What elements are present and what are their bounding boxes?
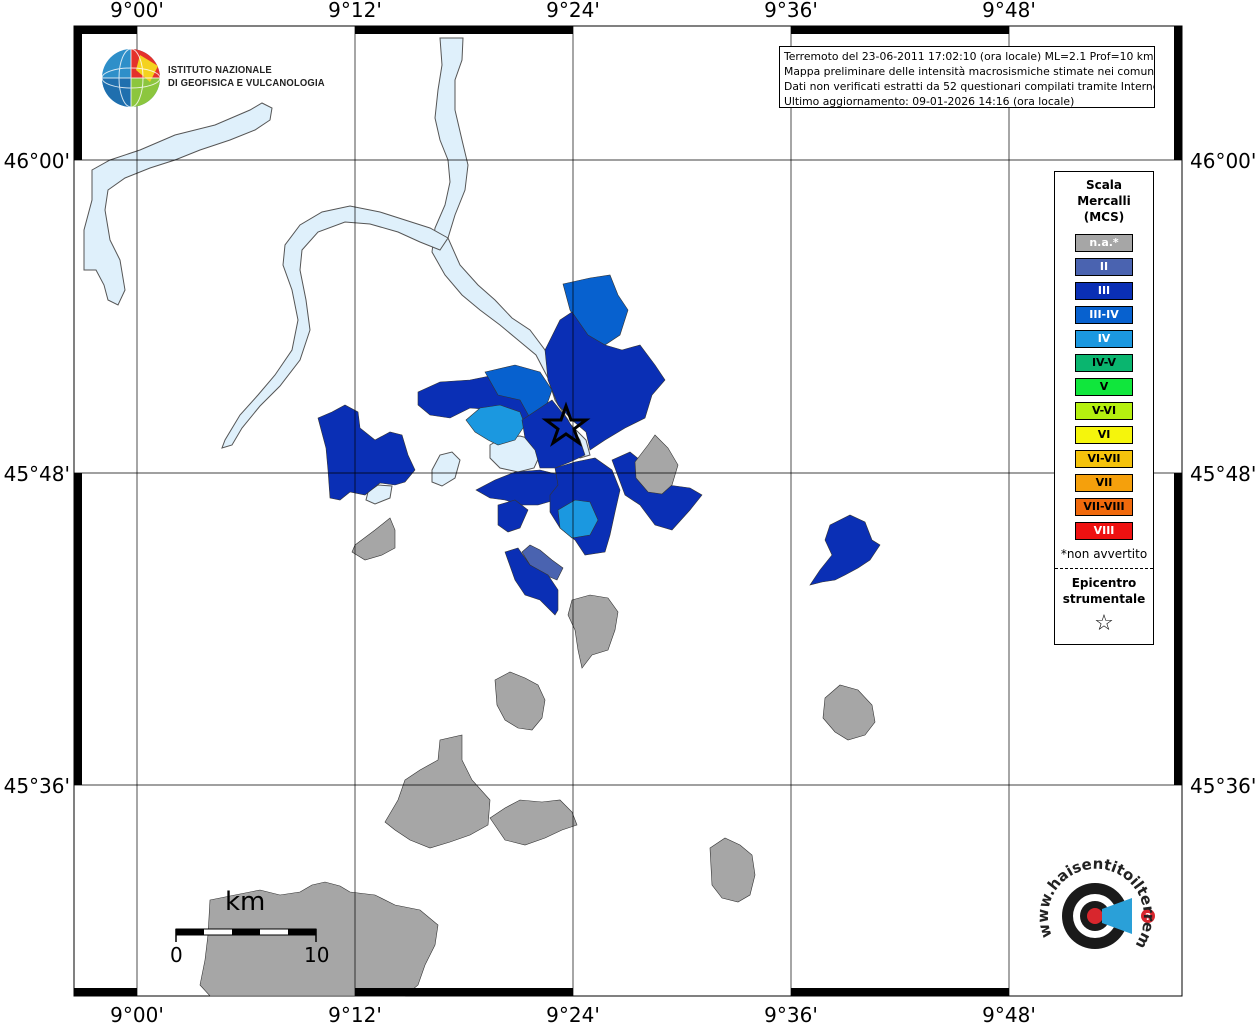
update-line: Ultimo aggiornamento: 09-01-2026 14:16 (… [784,95,1075,108]
legend-item: V-VI [1075,402,1133,420]
legend-title-line1: Scala [1085,178,1123,192]
legend-items: n.a.* II III III-IV IV IV-V V V-VI VI VI-VII VII VI… [1055,234,1153,540]
lat-right-label: 46°00' [1190,149,1256,173]
legend-item: III-IV [1075,306,1133,324]
lat-right-labels: 46°00' 45°48' 45°36' [1190,149,1256,798]
lon-bottom-label: 9°48' [982,1003,1036,1024]
legend-item: IV-V [1075,354,1133,372]
lon-bottom-label: 9°24' [546,1003,600,1024]
scale-start-label: 0 [170,943,183,967]
legend-title-line3: (MCS) [1083,210,1125,224]
lon-bottom-label: 9°36' [764,1003,818,1024]
legend-item: VI-VII [1075,450,1133,468]
event-line: Terremoto del 23-06-2011 17:02:10 (ora l… [784,50,1154,63]
legend-item: VII-VIII [1075,498,1133,516]
map-description-line: Mappa preliminare delle intensità macros… [784,65,1155,78]
lat-left-label: 45°48' [4,462,70,486]
intensity-legend: Scala Mercalli (MCS) n.a.* II III III-IV IV I… [1054,171,1154,645]
legend-item: II [1075,258,1133,276]
legend-divider [1055,568,1153,569]
event-info-box: Terremoto del 23-06-2011 17:02:10 (ora l… [779,46,1155,108]
lat-right-label: 45°36' [1190,774,1256,798]
lon-bottom-label: 9°12' [328,1003,382,1024]
legend-item: IV [1075,330,1133,348]
legend-epicenter-label: Epicentro strumentale [1055,575,1153,607]
legend-item: VIII [1075,522,1133,540]
lon-top-label: 9°36' [764,0,818,22]
lon-top-label: 9°48' [982,0,1036,22]
lon-top-label: 9°24' [546,0,600,22]
lat-left-labels: 46°00' 45°48' 45°36' [4,149,70,798]
lon-bottom-label: 9°00' [110,1003,164,1024]
lon-top-label: 9°00' [110,0,164,22]
ingv-globe-icon [101,48,161,108]
lon-top-labels: 9°00' 9°12' 9°24' 9°36' 9°48' [110,0,1036,22]
legend-title-line2: Mercalli [1077,194,1131,208]
lon-top-label: 9°12' [328,0,382,22]
ingv-line1: ISTITUTO NAZIONALE [168,64,272,76]
scale-end-label: 10 [304,943,330,967]
map-frame [73,25,1183,997]
legend-item: n.a.* [1075,234,1133,252]
legend-item: V [1075,378,1133,396]
lat-left-label: 45°36' [4,774,70,798]
legend-epicenter-line1: Epicentro [1071,576,1137,590]
legend-item: VI [1075,426,1133,444]
legend-item: III [1075,282,1133,300]
legend-epicenter-line2: strumentale [1062,592,1146,606]
legend-title: Scala Mercalli (MCS) [1055,177,1153,225]
lon-bottom-labels: 9°00' 9°12' 9°24' 9°36' 9°48' [110,1003,1036,1024]
ingv-logo-text: ISTITUTO NAZIONALE DI GEOFISICA E VULCAN… [168,64,325,90]
legend-item: VII [1075,474,1133,492]
ingv-line2: DI GEOFISICA E VULCANOLOGIA [168,77,325,89]
lat-right-label: 45°48' [1190,462,1256,486]
scale-unit-label: km [225,887,266,917]
legend-note: *non avvertito [1060,547,1148,561]
data-note-line: Dati non verificati estratti da 52 quest… [784,80,1155,93]
star-icon: ☆ [1094,611,1114,636]
lat-left-label: 46°00' [4,149,70,173]
